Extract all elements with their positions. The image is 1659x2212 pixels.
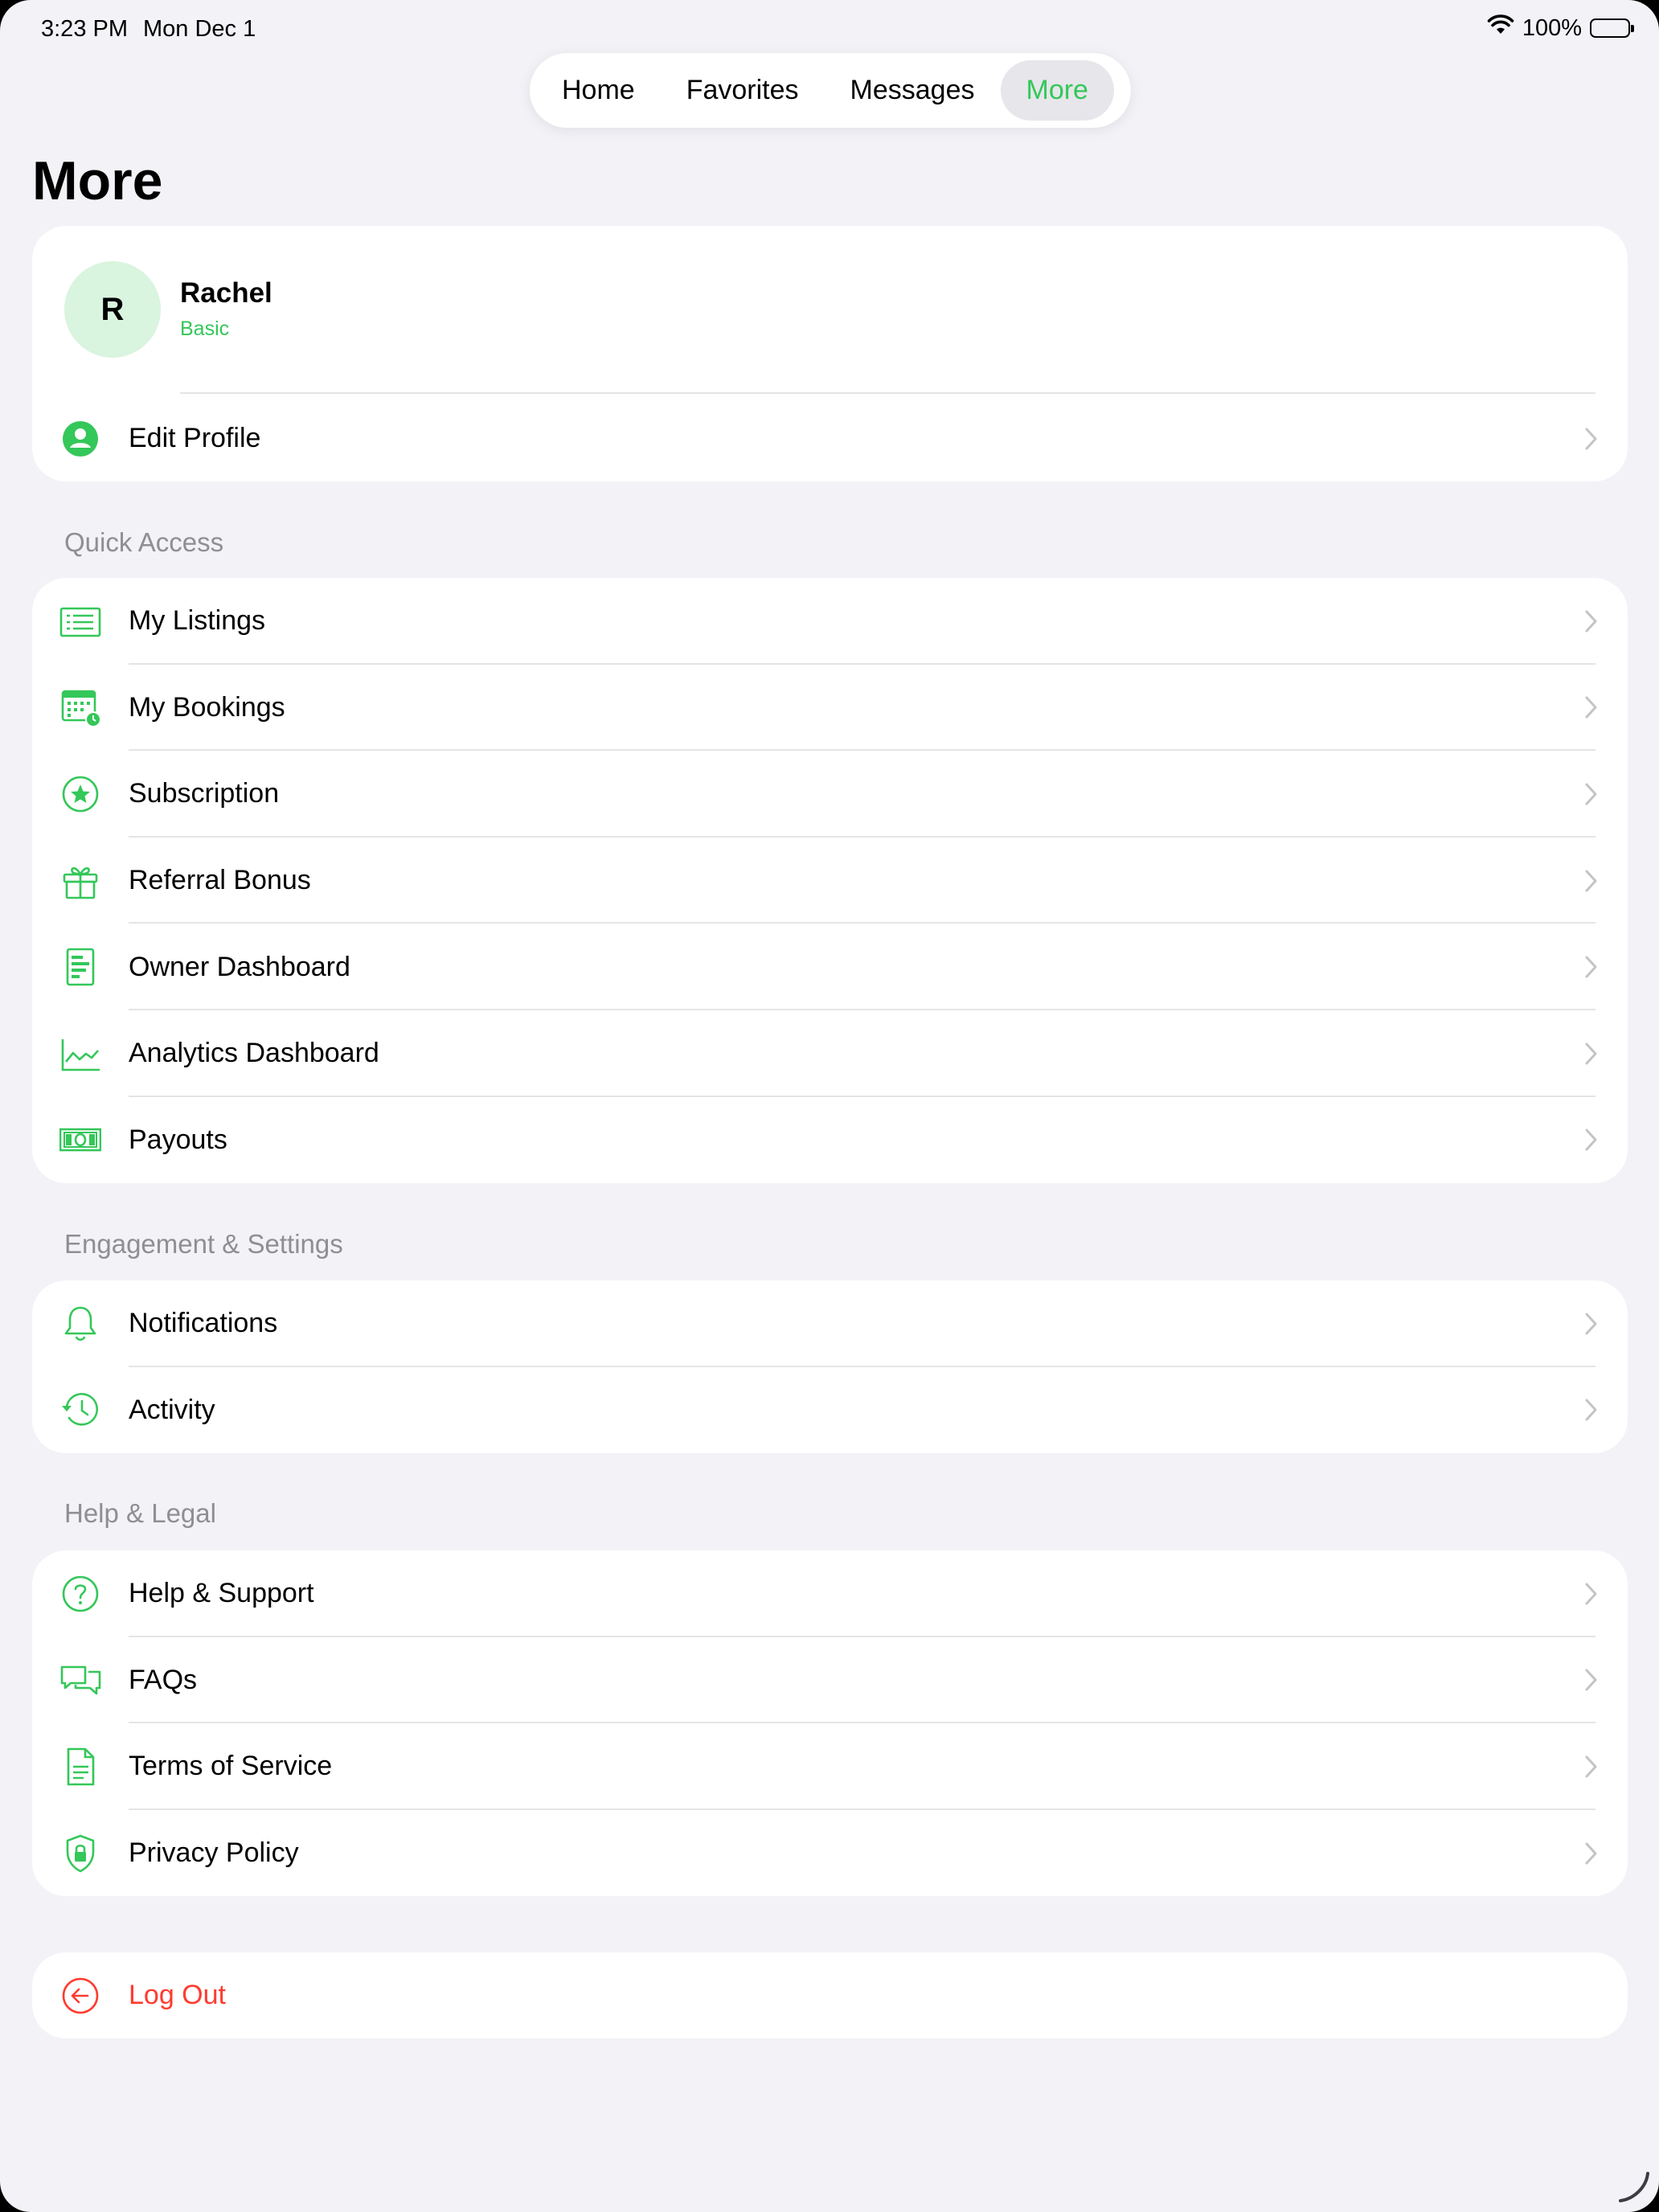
menu-item-label: Payouts <box>129 1124 227 1155</box>
chevron-right-icon <box>1585 1669 1597 1691</box>
wifi-icon <box>1487 14 1514 42</box>
chevron-right-icon <box>1585 1129 1597 1151</box>
edit-profile-label: Edit Profile <box>129 423 261 454</box>
top-tab-bar: Home Favorites Messages More <box>530 53 1131 128</box>
menu-item-notifications[interactable]: Notifications <box>32 1280 1628 1367</box>
chevron-right-icon <box>1585 1755 1597 1778</box>
chart-icon <box>58 1031 103 1076</box>
star-icon <box>58 772 103 817</box>
section-header-quick-access: Quick Access <box>64 527 224 557</box>
profile-tier-badge: Basic <box>180 317 230 340</box>
chevron-right-icon <box>1585 1313 1597 1335</box>
menu-item-activity[interactable]: Activity <box>32 1367 1628 1453</box>
listings-icon <box>58 599 103 644</box>
menu-item-label: Subscription <box>129 778 280 809</box>
avatar[interactable]: R <box>64 261 161 358</box>
menu-item-label: Help & Support <box>129 1578 314 1609</box>
menu-item-referral-bonus[interactable]: Referral Bonus <box>32 838 1628 924</box>
chevron-right-icon <box>1585 1043 1597 1065</box>
edit-profile-row[interactable]: Edit Profile <box>32 395 1628 481</box>
page-title: More <box>32 150 163 211</box>
chevron-right-icon <box>1585 956 1597 978</box>
menu-item-label: Referral Bonus <box>129 865 311 896</box>
history-icon <box>58 1387 103 1432</box>
logout-label: Log Out <box>129 1980 226 2010</box>
logout-card: Log Out <box>32 1952 1628 2038</box>
bell-icon <box>58 1301 103 1346</box>
chevron-right-icon <box>1585 1399 1597 1421</box>
more-screen: 3:23 PM Mon Dec 1 100% Home Favorites Me… <box>0 0 1659 2212</box>
menu-item-privacy-policy[interactable]: Privacy Policy <box>32 1810 1628 1896</box>
logout-icon <box>58 1973 103 2018</box>
chat-bubbles-icon <box>58 1657 103 1702</box>
menu-item-label: Terms of Service <box>129 1751 333 1782</box>
section-header-help-legal: Help & Legal <box>64 1498 216 1528</box>
menu-item-label: Notifications <box>129 1308 278 1339</box>
battery-icon <box>1590 18 1634 38</box>
quick-access-card: My Listings My Bookings Subscription Ref… <box>32 578 1628 1183</box>
logout-button[interactable]: Log Out <box>32 1952 1628 2038</box>
gift-icon <box>58 858 103 903</box>
chevron-right-icon <box>1585 783 1597 805</box>
section-header-engagement: Engagement & Settings <box>64 1229 343 1259</box>
menu-item-faqs[interactable]: FAQs <box>32 1637 1628 1724</box>
status-indicators: 100% <box>1487 14 1635 42</box>
shield-lock-icon <box>58 1831 103 1876</box>
chevron-right-icon <box>1585 870 1597 892</box>
menu-item-analytics-dashboard[interactable]: Analytics Dashboard <box>32 1010 1628 1097</box>
menu-item-label: Owner Dashboard <box>129 951 350 982</box>
profile-name: Rachel <box>180 277 272 309</box>
chevron-right-icon <box>1585 428 1597 450</box>
menu-item-my-listings[interactable]: My Listings <box>32 578 1628 665</box>
chevron-right-icon <box>1585 696 1597 719</box>
question-icon <box>58 1571 103 1616</box>
help-legal-card: Help & Support FAQs Terms of Service Pri… <box>32 1550 1628 1896</box>
person-circle-icon <box>58 416 103 461</box>
chevron-right-icon <box>1585 1842 1597 1865</box>
battery-percent: 100% <box>1522 14 1582 41</box>
dashboard-icon <box>58 944 103 989</box>
menu-item-payouts[interactable]: Payouts <box>32 1097 1628 1183</box>
status-date: Mon Dec 1 <box>143 16 256 42</box>
menu-item-owner-dashboard[interactable]: Owner Dashboard <box>32 924 1628 1010</box>
status-bar: 3:23 PM Mon Dec 1 100% <box>0 0 1659 58</box>
profile-divider <box>180 392 1596 394</box>
menu-item-label: My Listings <box>129 605 266 637</box>
tab-favorites[interactable]: Favorites <box>661 60 825 121</box>
tab-home[interactable]: Home <box>536 60 661 121</box>
resize-handle-icon[interactable] <box>1614 2167 1651 2204</box>
calendar-icon <box>58 685 103 730</box>
menu-item-label: Analytics Dashboard <box>129 1038 379 1069</box>
menu-item-label: FAQs <box>129 1664 198 1695</box>
chevron-right-icon <box>1585 610 1597 633</box>
tab-more[interactable]: More <box>1000 60 1114 121</box>
money-icon <box>58 1117 103 1162</box>
status-time: 3:23 PM <box>41 16 128 42</box>
document-icon <box>58 1744 103 1789</box>
profile-card: R Rachel Basic Edit Profile <box>32 226 1628 481</box>
menu-item-help-support[interactable]: Help & Support <box>32 1550 1628 1637</box>
tab-messages[interactable]: Messages <box>825 60 1001 121</box>
menu-item-subscription[interactable]: Subscription <box>32 751 1628 838</box>
menu-item-label: Activity <box>129 1394 215 1425</box>
engagement-card: Notifications Activity <box>32 1280 1628 1453</box>
chevron-right-icon <box>1585 1583 1597 1605</box>
menu-item-my-bookings[interactable]: My Bookings <box>32 665 1628 752</box>
menu-item-terms-of-service[interactable]: Terms of Service <box>32 1723 1628 1810</box>
menu-item-label: My Bookings <box>129 691 285 723</box>
menu-item-label: Privacy Policy <box>129 1837 299 1869</box>
